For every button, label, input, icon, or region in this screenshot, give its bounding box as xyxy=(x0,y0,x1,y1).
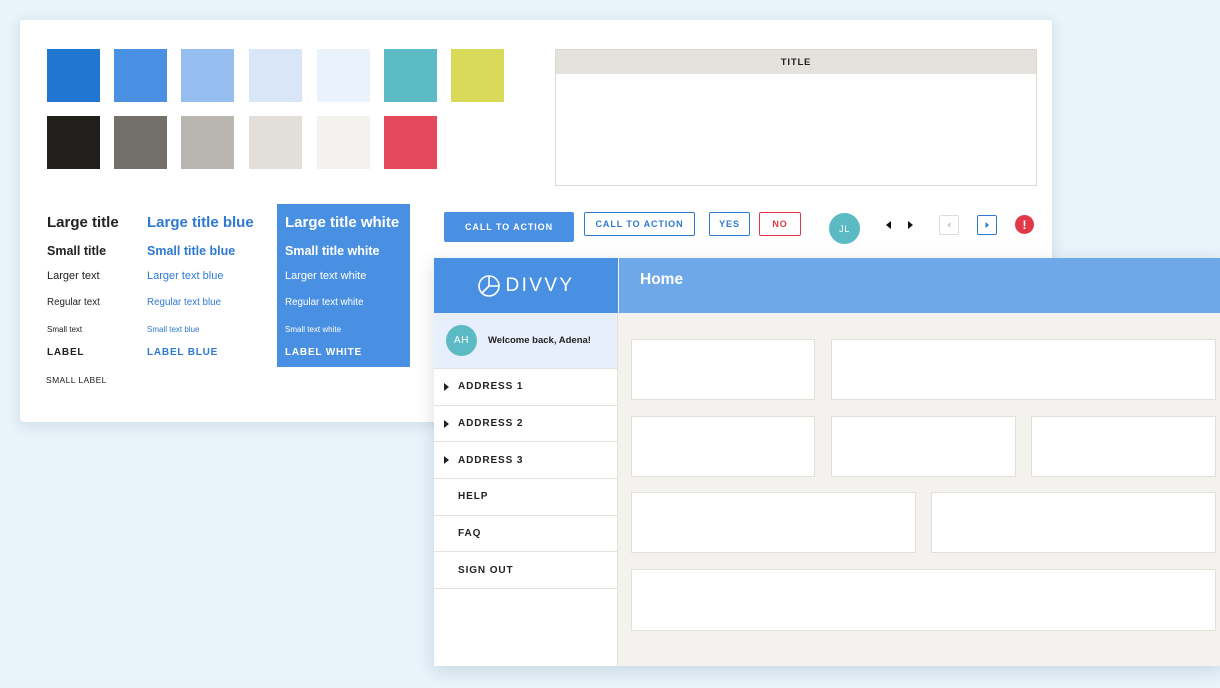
swatch-lime xyxy=(451,49,504,102)
table-title: TITLE xyxy=(556,50,1036,74)
swatch-black xyxy=(47,116,100,169)
sidebar-item-address-1[interactable]: ADDRESS 1 xyxy=(434,369,617,406)
swatch-gray-lighter xyxy=(317,116,370,169)
small-title-blue-sample: Small title blue xyxy=(147,244,236,258)
caret-right-icon[interactable] xyxy=(908,221,913,229)
small-text-sample: Small text xyxy=(47,325,83,334)
large-title-white-sample: Large title white xyxy=(285,214,400,231)
user-avatar[interactable]: AH xyxy=(446,325,477,356)
sidebar-item-label: FAQ xyxy=(458,528,482,540)
no-button[interactable]: NO xyxy=(759,212,801,236)
page-title: Home xyxy=(640,271,684,288)
welcome-banner: AH Welcome back, Adena! xyxy=(434,313,617,369)
content-card xyxy=(931,492,1216,553)
swatch-red xyxy=(384,116,437,169)
content-card xyxy=(1031,416,1216,477)
sidebar-item-label: ADDRESS 3 xyxy=(458,454,524,466)
caret-right-icon xyxy=(444,382,449,391)
small-title-sample: Small title xyxy=(47,244,107,258)
table-component: TITLE xyxy=(555,49,1037,186)
yes-button[interactable]: YES xyxy=(709,212,750,236)
chevron-left-icon xyxy=(947,222,951,228)
content-card xyxy=(631,492,916,553)
swatch-gray-dark xyxy=(114,116,167,169)
sidebar-item-label: ADDRESS 2 xyxy=(458,418,524,430)
swatch-blue-light xyxy=(181,49,234,102)
caret-right-icon xyxy=(444,419,449,428)
sidebar-item-address-2[interactable]: ADDRESS 2 xyxy=(434,406,617,443)
pie-chart-logo-icon xyxy=(478,274,501,297)
caret-left-icon[interactable] xyxy=(886,221,891,229)
swatch-gray xyxy=(181,116,234,169)
sidebar-item-faq[interactable]: FAQ xyxy=(434,516,617,553)
content-card xyxy=(831,416,1016,477)
regular-text-blue-sample: Regular text blue xyxy=(147,297,222,308)
small-title-white-sample: Small title white xyxy=(285,244,380,258)
large-title-blue-sample: Large title blue xyxy=(147,214,254,231)
swatch-blue xyxy=(114,49,167,102)
label-sample: LABEL xyxy=(47,347,85,358)
sidebar-item-help[interactable]: HELP xyxy=(434,479,617,516)
content-card xyxy=(631,569,1216,631)
swatch-blue-lighter xyxy=(249,49,302,102)
large-title-sample: Large title xyxy=(47,214,119,231)
alert-icon: ! xyxy=(1015,215,1034,234)
next-page-button[interactable] xyxy=(977,215,997,235)
larger-text-sample: Larger text xyxy=(47,270,100,282)
larger-text-white-sample: Larger text white xyxy=(285,270,367,282)
small-label-sample: SMALL LABEL xyxy=(46,375,107,385)
sidebar-item-label: ADDRESS 1 xyxy=(458,381,524,393)
caret-right-icon xyxy=(444,456,449,465)
sidebar-item-sign-out[interactable]: SIGN OUT xyxy=(434,552,617,590)
small-text-blue-sample: Small text blue xyxy=(147,325,200,334)
regular-text-white-sample: Regular text white xyxy=(285,297,364,308)
small-text-white-sample: Small text white xyxy=(285,325,342,334)
sidebar-item-label: SIGN OUT xyxy=(458,564,514,576)
sidebar-item-label: HELP xyxy=(458,491,489,503)
swatch-blue-dark xyxy=(47,49,100,102)
logo-text: DIVVY xyxy=(505,274,575,296)
sidebar: AH Welcome back, Adena! ADDRESS 1 ADDRES… xyxy=(434,313,618,666)
call-to-action-outline-button[interactable]: CALL TO ACTION xyxy=(584,212,695,236)
welcome-message: Welcome back, Adena! xyxy=(488,335,591,346)
swatch-gray-light xyxy=(249,116,302,169)
app-window: DIVVY Home AH Welcome back, Adena! ADDRE… xyxy=(434,258,1220,666)
app-header: Home xyxy=(619,258,1220,313)
avatar[interactable]: JL xyxy=(829,213,860,244)
swatch-blue-lightest xyxy=(317,49,370,102)
swatch-teal xyxy=(384,49,437,102)
content-card xyxy=(631,416,815,477)
content-card xyxy=(831,339,1216,400)
label-white-sample: LABEL WHITE xyxy=(285,347,362,358)
previous-page-button[interactable] xyxy=(939,215,959,235)
chevron-right-icon xyxy=(985,222,989,228)
call-to-action-button[interactable]: CALL TO ACTION xyxy=(444,212,574,242)
regular-text-sample: Regular text xyxy=(47,297,100,308)
larger-text-blue-sample: Larger text blue xyxy=(147,270,224,282)
sidebar-item-address-3[interactable]: ADDRESS 3 xyxy=(434,442,617,480)
app-logo[interactable]: DIVVY xyxy=(434,258,618,313)
label-blue-sample: LABEL BLUE xyxy=(147,347,219,358)
content-card xyxy=(631,339,815,400)
